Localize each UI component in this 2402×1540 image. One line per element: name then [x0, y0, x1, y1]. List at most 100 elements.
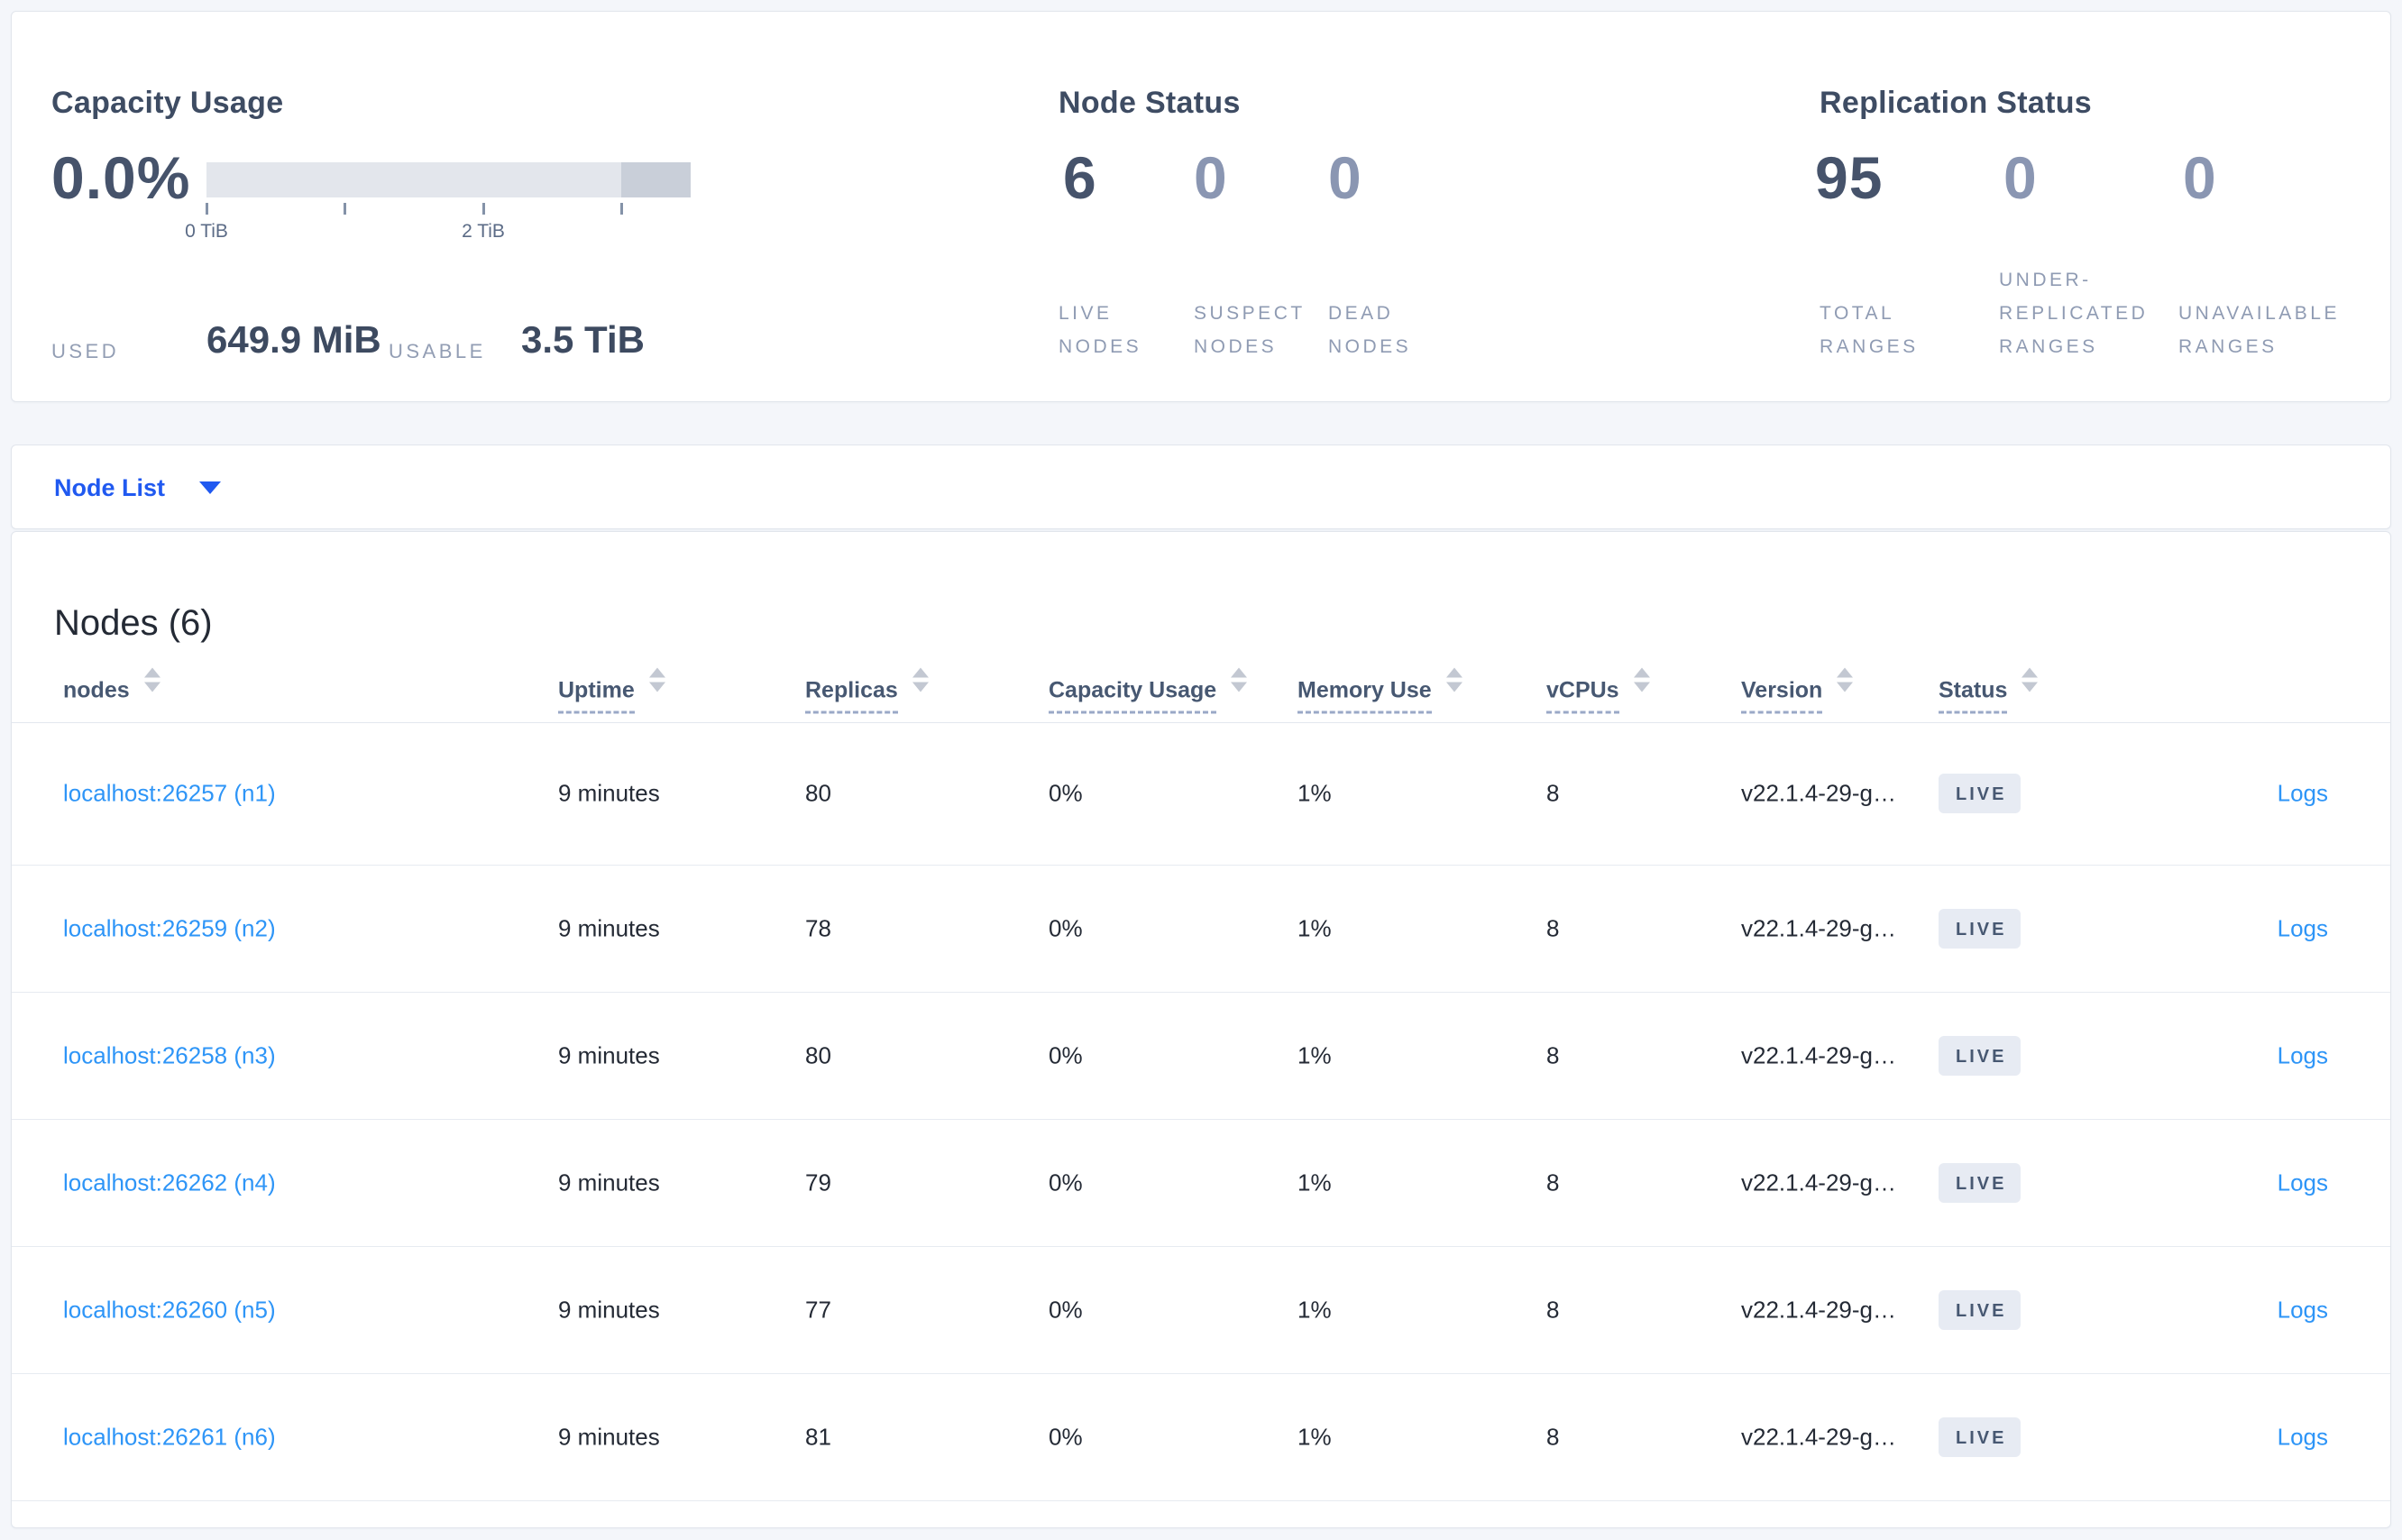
table-row: localhost:26262 (n4) 9 minutes 79 0% 1% 8 v22.… — [12, 1119, 2390, 1247]
sort-arrows-icon[interactable] — [1837, 667, 1854, 692]
usable-value: 3.5 TiB — [521, 318, 645, 361]
memory-use-cell: 1% — [1297, 779, 1332, 807]
status-cell: LIVE — [1939, 1416, 2022, 1457]
memory-use-cell: 1% — [1297, 1041, 1332, 1068]
logs-link[interactable]: Logs — [2278, 1423, 2328, 1451]
node-address-link[interactable]: localhost:26260 (n5) — [63, 1296, 276, 1324]
column-header-node[interactable]: nodes — [63, 667, 160, 714]
node-list-dropdown[interactable]: Node List — [54, 445, 222, 530]
total-ranges-label: TOTAL RANGES — [1820, 303, 1919, 357]
table-row: localhost:26261 (n6) 9 minutes 81 0% 1% 8 v22.… — [12, 1373, 2390, 1501]
status-badge: LIVE — [1939, 1289, 2022, 1330]
capacity-used-percent: 0.0% — [51, 144, 191, 211]
nodes-table-card: Nodes (6) nodes Uptime Replicas Capacity Us… — [11, 531, 2391, 1528]
nodes-section-title: Nodes (6) — [54, 603, 213, 644]
status-cell: LIVE — [1939, 1035, 2022, 1076]
table-row: localhost:26259 (n2) 9 minutes 78 0% 1% 8 v22.… — [12, 865, 2390, 993]
version-cell: v22.1.4-29-g… — [1741, 914, 1896, 941]
vcpus-cell: 8 — [1546, 1169, 1560, 1196]
column-header-capacity[interactable]: Capacity Usage — [1049, 667, 1248, 714]
column-header-memory[interactable]: Memory Use — [1297, 667, 1462, 714]
logs-link[interactable]: Logs — [2278, 1041, 2328, 1069]
status-cell: LIVE — [1939, 908, 2022, 949]
uptime-cell: 9 minutes — [558, 1169, 660, 1196]
replicas-cell: 81 — [805, 1423, 831, 1450]
under-replicated-ranges-count: 0 — [2003, 144, 2038, 211]
logs-link[interactable]: Logs — [2278, 914, 2328, 942]
live-nodes-label: LIVE NODES — [1059, 303, 1142, 357]
table-row: localhost:26260 (n5) 9 minutes 77 0% 1% 8 v22.… — [12, 1246, 2390, 1374]
memory-use-cell: 1% — [1297, 1296, 1332, 1323]
sort-arrows-icon[interactable] — [1231, 667, 1248, 692]
sort-arrows-icon[interactable] — [648, 667, 665, 692]
unavailable-ranges-count: 0 — [2183, 144, 2217, 211]
column-header-replicas[interactable]: Replicas — [805, 667, 929, 714]
logs-link[interactable]: Logs — [2278, 1169, 2328, 1196]
node-address-link[interactable]: localhost:26257 (n1) — [63, 780, 276, 808]
uptime-cell: 9 minutes — [558, 1296, 660, 1323]
node-address-link[interactable]: localhost:26262 (n4) — [63, 1169, 276, 1196]
version-cell: v22.1.4-29-g… — [1741, 1423, 1896, 1450]
status-cell: LIVE — [1939, 1162, 2022, 1203]
version-cell: v22.1.4-29-g… — [1741, 779, 1896, 807]
memory-use-cell: 1% — [1297, 914, 1332, 941]
sort-arrows-icon[interactable] — [1633, 667, 1650, 692]
live-nodes-count: 6 — [1063, 144, 1097, 211]
vcpus-cell: 8 — [1546, 779, 1560, 807]
overview-summary-card: Capacity Usage 0.0% 0 TiB 2 TiB USED 649… — [11, 11, 2391, 402]
capacity-usage-cell: 0% — [1049, 1041, 1083, 1068]
uptime-cell: 9 minutes — [558, 779, 660, 807]
capacity-usage-cell: 0% — [1049, 1169, 1083, 1196]
total-ranges-count: 95 — [1815, 144, 1884, 211]
uptime-cell: 9 minutes — [558, 1041, 660, 1068]
vcpus-cell: 8 — [1546, 1423, 1560, 1450]
status-badge: LIVE — [1939, 1035, 2022, 1076]
cluster-overview-page: Capacity Usage 0.0% 0 TiB 2 TiB USED 649… — [0, 0, 2402, 1540]
sort-arrows-icon[interactable] — [143, 667, 160, 692]
used-value: 649.9 MiB — [206, 318, 381, 361]
node-list-dropdown-label: Node List — [54, 473, 166, 501]
column-header-vcpus[interactable]: vCPUs — [1546, 667, 1650, 714]
memory-use-cell: 1% — [1297, 1423, 1332, 1450]
view-selector-bar: Node List — [11, 445, 2391, 529]
node-status-title: Node Status — [1059, 86, 1241, 120]
logs-link[interactable]: Logs — [2278, 1296, 2328, 1324]
capacity-axis-tick — [620, 203, 623, 215]
uptime-cell: 9 minutes — [558, 1423, 660, 1450]
node-address-link[interactable]: localhost:26258 (n3) — [63, 1041, 276, 1069]
capacity-usage-cell: 0% — [1049, 914, 1083, 941]
unavailable-ranges-label: UNAVAILABLE RANGES — [2178, 303, 2340, 357]
column-header-version[interactable]: Version — [1741, 667, 1854, 714]
column-header-status[interactable]: Status — [1939, 667, 2039, 714]
column-header-label: Status — [1939, 678, 2008, 714]
suspect-nodes-label: SUSPECT NODES — [1194, 303, 1306, 357]
node-address-link[interactable]: localhost:26261 (n6) — [63, 1423, 276, 1451]
replicas-cell: 80 — [805, 779, 831, 807]
column-header-label: vCPUs — [1546, 678, 1619, 714]
capacity-tick-label-2: 2 TiB — [462, 221, 505, 242]
capacity-bar-dark-segment — [621, 162, 691, 197]
column-header-label: Replicas — [805, 678, 898, 714]
table-row: localhost:26258 (n3) 9 minutes 80 0% 1% 8 v22.… — [12, 992, 2390, 1120]
under-replicated-ranges-label: UNDER- REPLICATED RANGES — [1999, 270, 2149, 357]
sort-arrows-icon[interactable] — [1445, 667, 1462, 692]
column-header-uptime[interactable]: Uptime — [558, 667, 665, 714]
status-badge: LIVE — [1939, 1162, 2022, 1203]
capacity-usage-title: Capacity Usage — [51, 86, 284, 120]
replicas-cell: 79 — [805, 1169, 831, 1196]
version-cell: v22.1.4-29-g… — [1741, 1169, 1896, 1196]
suspect-nodes-count: 0 — [1194, 144, 1228, 211]
sort-arrows-icon[interactable] — [2022, 667, 2039, 692]
replicas-cell: 77 — [805, 1296, 831, 1323]
capacity-axis-tick — [206, 203, 208, 215]
capacity-axis-tick — [482, 203, 485, 215]
column-header-label: Uptime — [558, 678, 635, 714]
logs-link[interactable]: Logs — [2278, 780, 2328, 808]
node-address-link[interactable]: localhost:26259 (n2) — [63, 914, 276, 942]
vcpus-cell: 8 — [1546, 1041, 1560, 1068]
uptime-cell: 9 minutes — [558, 914, 660, 941]
status-badge: LIVE — [1939, 1416, 2022, 1457]
dead-nodes-label: DEAD NODES — [1328, 303, 1412, 357]
sort-arrows-icon[interactable] — [912, 667, 929, 692]
usable-label: USABLE — [389, 340, 486, 362]
